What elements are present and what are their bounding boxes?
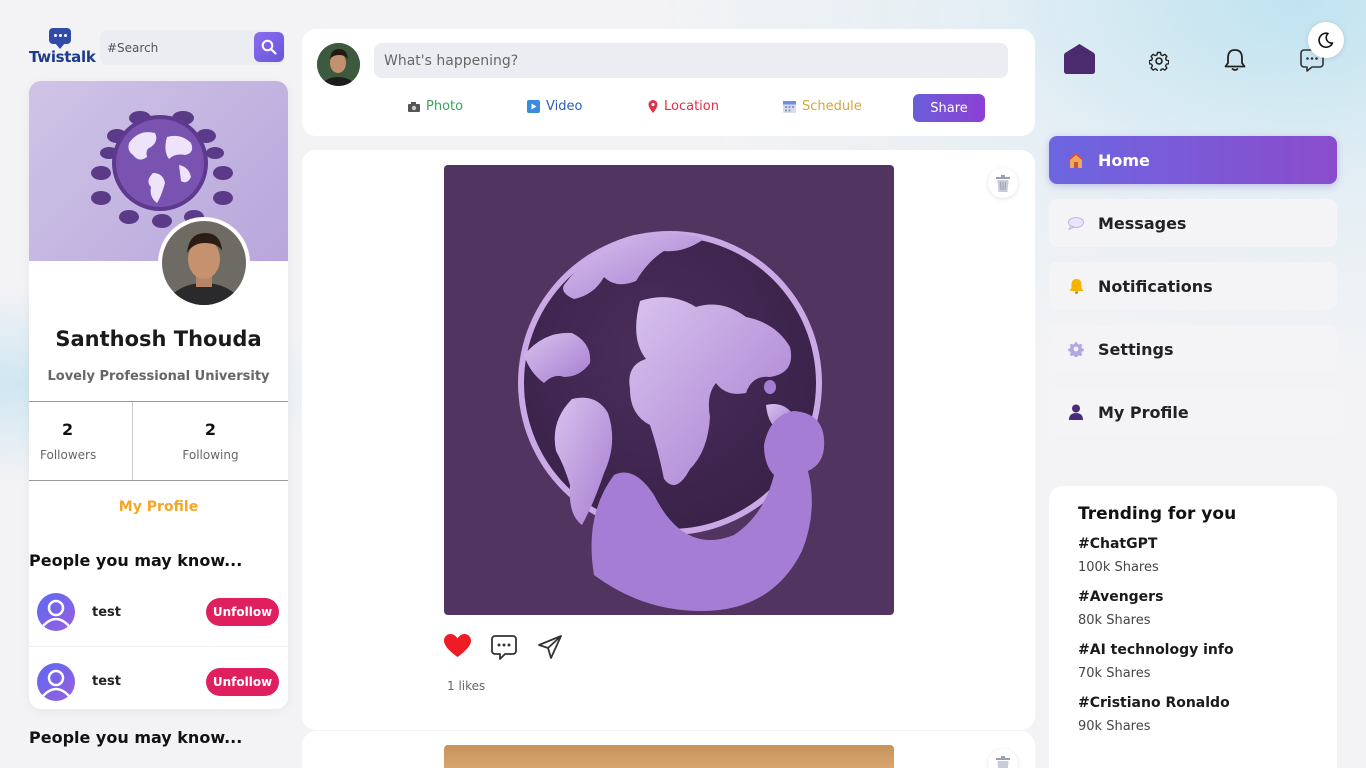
post-composer: Photo Video Location Schedule Share: [302, 29, 1035, 136]
profile-stats: 2 Followers 2 Following: [29, 401, 288, 481]
trending-shares: 80k Shares: [1078, 613, 1151, 628]
following-count: 2: [204, 420, 217, 439]
trending-shares: 100k Shares: [1078, 560, 1159, 575]
bell-icon: [1224, 49, 1246, 71]
globe-cover-image: [91, 111, 233, 228]
post-card: 1 likes: [302, 150, 1035, 730]
search-bar: [100, 30, 285, 65]
home-icon: [1068, 152, 1084, 168]
dark-mode-toggle[interactable]: [1308, 22, 1344, 58]
notifications-top-button[interactable]: [1218, 43, 1252, 77]
video-icon: [527, 100, 540, 113]
heart-like-icon[interactable]: [444, 634, 471, 658]
send-icon[interactable]: [537, 634, 563, 660]
app-logo[interactable]: Twistalk: [29, 28, 96, 68]
nav-my-profile[interactable]: My Profile: [1049, 388, 1337, 436]
moon-icon: [1318, 32, 1334, 48]
following-label: Following: [182, 448, 239, 462]
bell-icon: [1068, 278, 1084, 294]
unfollow-button[interactable]: Unfollow: [206, 667, 279, 696]
post-card-2: [302, 731, 1035, 768]
profile-university: Lovely Professional University: [47, 369, 270, 384]
video-action[interactable]: Video: [527, 99, 582, 114]
people-you-may-know-title-2: People you may know...: [29, 728, 243, 747]
search-input[interactable]: [100, 30, 250, 65]
home-top-button[interactable]: [1062, 42, 1096, 76]
trending-panel: Trending for you #ChatGPT 100k Shares #A…: [1049, 486, 1337, 768]
trending-shares: 70k Shares: [1078, 666, 1151, 681]
profile-avatar[interactable]: [158, 217, 250, 309]
home-shape-icon: [1063, 44, 1095, 74]
suggestion-item: test Unfollow: [29, 578, 288, 647]
location-label: Location: [664, 99, 719, 114]
comment-icon[interactable]: [491, 634, 517, 660]
trash-icon: [996, 174, 1010, 192]
my-profile-link[interactable]: My Profile: [29, 499, 288, 515]
followers-count: 2: [62, 420, 74, 439]
share-button[interactable]: Share: [913, 94, 985, 122]
composer-avatar: [317, 43, 360, 86]
photo-action[interactable]: Photo: [408, 99, 463, 114]
nav-messages[interactable]: Messages: [1049, 199, 1337, 247]
trending-tag: #AI technology info: [1078, 642, 1234, 658]
unfollow-button[interactable]: Unfollow: [206, 598, 279, 626]
location-action[interactable]: Location: [648, 99, 719, 114]
following-stat[interactable]: 2 Following: [133, 402, 288, 480]
globe-illustration: [518, 231, 825, 611]
delete-post-button-2[interactable]: [988, 749, 1018, 768]
schedule-action[interactable]: Schedule: [783, 99, 862, 114]
person-icon: [1068, 404, 1084, 420]
post-image[interactable]: [444, 165, 894, 615]
video-label: Video: [546, 99, 583, 114]
nav-settings[interactable]: Settings: [1049, 325, 1337, 373]
suggestion-item: test Unfollow: [29, 647, 288, 709]
nav-home-label: Home: [1098, 150, 1150, 170]
search-icon: [261, 39, 277, 55]
search-button[interactable]: [254, 32, 284, 62]
trending-item[interactable]: #Cristiano Ronaldo 90k Shares: [1078, 695, 1337, 734]
followers-stat[interactable]: 2 Followers: [29, 402, 133, 480]
trending-item[interactable]: #AI technology info 70k Shares: [1078, 642, 1337, 681]
nav-notifications-label: Notifications: [1098, 276, 1213, 296]
nav-messages-label: Messages: [1098, 213, 1187, 233]
trash-icon: [996, 755, 1010, 768]
schedule-label: Schedule: [802, 99, 862, 114]
trending-item[interactable]: #ChatGPT 100k Shares: [1078, 536, 1337, 575]
location-pin-icon: [648, 100, 658, 113]
followers-label: Followers: [40, 448, 97, 462]
profile-cover: [29, 81, 288, 261]
nav-home[interactable]: Home: [1049, 136, 1337, 184]
camera-icon: [408, 101, 420, 112]
suggestion-name[interactable]: test: [92, 674, 121, 689]
default-avatar-icon[interactable]: [37, 662, 75, 701]
likes-count[interactable]: 1 likes: [447, 679, 485, 693]
post-actions: [444, 634, 563, 660]
trending-item[interactable]: #Avengers 80k Shares: [1078, 589, 1337, 628]
photo-label: Photo: [426, 99, 464, 114]
gear-icon: [1068, 341, 1084, 357]
suggestion-name[interactable]: test: [92, 605, 121, 620]
default-avatar-icon[interactable]: [37, 593, 75, 631]
whats-happening-input[interactable]: [374, 43, 1008, 78]
chat-bubble-logo-icon: [49, 28, 71, 49]
nav-settings-label: Settings: [1098, 339, 1174, 359]
profile-name: Santhosh Thouda: [55, 327, 262, 351]
people-you-may-know-title: People you may know...: [29, 551, 243, 570]
profile-card: Santhosh Thouda Lovely Professional Univ…: [29, 81, 288, 709]
nav-notifications[interactable]: Notifications: [1049, 262, 1337, 310]
gear-icon: [1149, 51, 1169, 71]
calendar-icon: [783, 101, 796, 113]
trending-title: Trending for you: [1078, 504, 1237, 524]
user-photo: [162, 221, 246, 305]
speech-bubble-icon: [1068, 215, 1084, 231]
nav-my-profile-label: My Profile: [1098, 402, 1189, 422]
trending-tag: #Cristiano Ronaldo: [1078, 695, 1230, 711]
trending-tag: #Avengers: [1078, 589, 1164, 605]
trending-shares: 90k Shares: [1078, 719, 1151, 734]
delete-post-button[interactable]: [988, 168, 1018, 198]
trending-tag: #ChatGPT: [1078, 536, 1158, 552]
app-name: Twistalk: [29, 48, 96, 66]
settings-top-button[interactable]: [1142, 44, 1176, 78]
post-image-2[interactable]: [444, 745, 894, 768]
